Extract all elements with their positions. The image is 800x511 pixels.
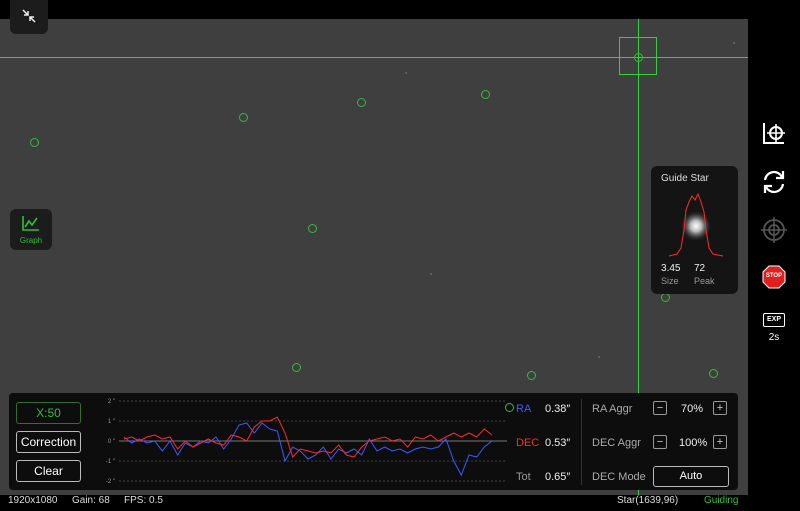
collapse-button[interactable] [10,0,48,34]
detected-star-marker[interactable] [661,293,670,302]
background-speck [598,356,600,358]
detected-star-marker[interactable] [709,369,718,378]
guide-star-panel: Guide Star 3.45 Size 72 Peak [651,166,738,294]
dec-error-value: 0.53″ [545,437,571,449]
guide-crosshair-icon [761,217,787,243]
total-error-value: 0.65″ [545,471,571,483]
status-star-position: Star(1639,96) [617,495,679,506]
dec-aggression-label: DEC Aggr [592,437,641,449]
chart-y-tick-label: 2 " [108,399,115,405]
chart-y-tick-label: -1 " [106,459,115,465]
ra-aggression-value: 70% [681,403,704,415]
graph-label: Graph [19,236,43,245]
guide-star-marker[interactable] [634,53,643,62]
panel-divider [581,399,582,485]
ra-aggression-label: RA Aggr [592,403,633,415]
ra-label: RA [516,403,532,415]
stop-button[interactable]: STOP [762,265,786,289]
start-guiding-button[interactable] [761,217,787,243]
detected-star-marker[interactable] [239,113,248,122]
dec-aggression-decrease-button[interactable]: − [653,435,667,449]
background-speck [405,72,407,74]
guiding-error-chart: 2 " 1 " 0 " -1 " -2 " [106,399,507,485]
star-profile-image [669,192,723,257]
chart-series-ra-line [123,422,493,477]
total-label: Tot [516,471,531,483]
guide-star-title: Guide Star [661,173,709,184]
correction-button[interactable]: Correction [16,431,81,453]
status-fps: FPS: 0.5 [124,495,163,506]
dec-label: DEC [516,437,540,449]
graph-toggle-button[interactable]: Graph [10,209,52,250]
stop-label: STOP [765,273,783,279]
detected-star-marker[interactable] [308,224,317,233]
chart-star-marker [505,403,514,412]
chart-y-tick-label: 1 " [108,419,115,425]
status-guiding-state: Guiding [704,495,739,506]
dec-aggression-value: 100% [679,437,708,449]
dec-mode-label: DEC Mode [592,471,646,483]
chart-y-tick-label: 0 " [108,439,115,445]
clear-button[interactable]: Clear [16,460,81,482]
dec-mode-select[interactable]: Auto [653,466,729,487]
dec-aggression-increase-button[interactable]: + [713,435,727,449]
star-peak-value: 72 [694,263,706,274]
collapse-arrows-icon [22,9,36,23]
graph-scale-button[interactable]: X:50 [16,402,81,424]
ra-aggression-increase-button[interactable]: + [713,401,727,415]
exposure-value: 2s [768,332,780,343]
chart-y-tick-label: -2 " [106,479,115,485]
status-resolution: 1920x1080 [8,495,58,506]
ra-error-value: 0.38″ [545,403,571,415]
chart-series-dec-line [123,416,493,458]
detected-star-marker[interactable] [30,138,39,147]
guiding-graph-panel: X:50 Correction Clear 2 " 1 " 0 " -1 " -2 " … [9,393,738,490]
detected-star-marker[interactable] [481,90,490,99]
refresh-loop-icon [763,170,785,194]
background-speck [733,42,735,44]
detected-star-marker[interactable] [292,363,301,372]
graph-icon [22,216,39,231]
star-size-value: 3.45 [661,263,681,274]
background-speck [430,273,432,275]
ra-aggression-decrease-button[interactable]: − [653,401,667,415]
detected-star-marker[interactable] [527,371,536,380]
crosshair-target-icon [763,123,785,144]
star-peak-label: Peak [694,276,715,286]
status-gain: Gain: 68 [72,495,110,506]
star-size-label: Size [661,276,679,286]
exposure-button[interactable]: EXP [763,313,785,327]
detected-star-marker[interactable] [357,98,366,107]
loop-exposure-button[interactable] [760,168,788,196]
select-star-button[interactable] [760,120,788,148]
